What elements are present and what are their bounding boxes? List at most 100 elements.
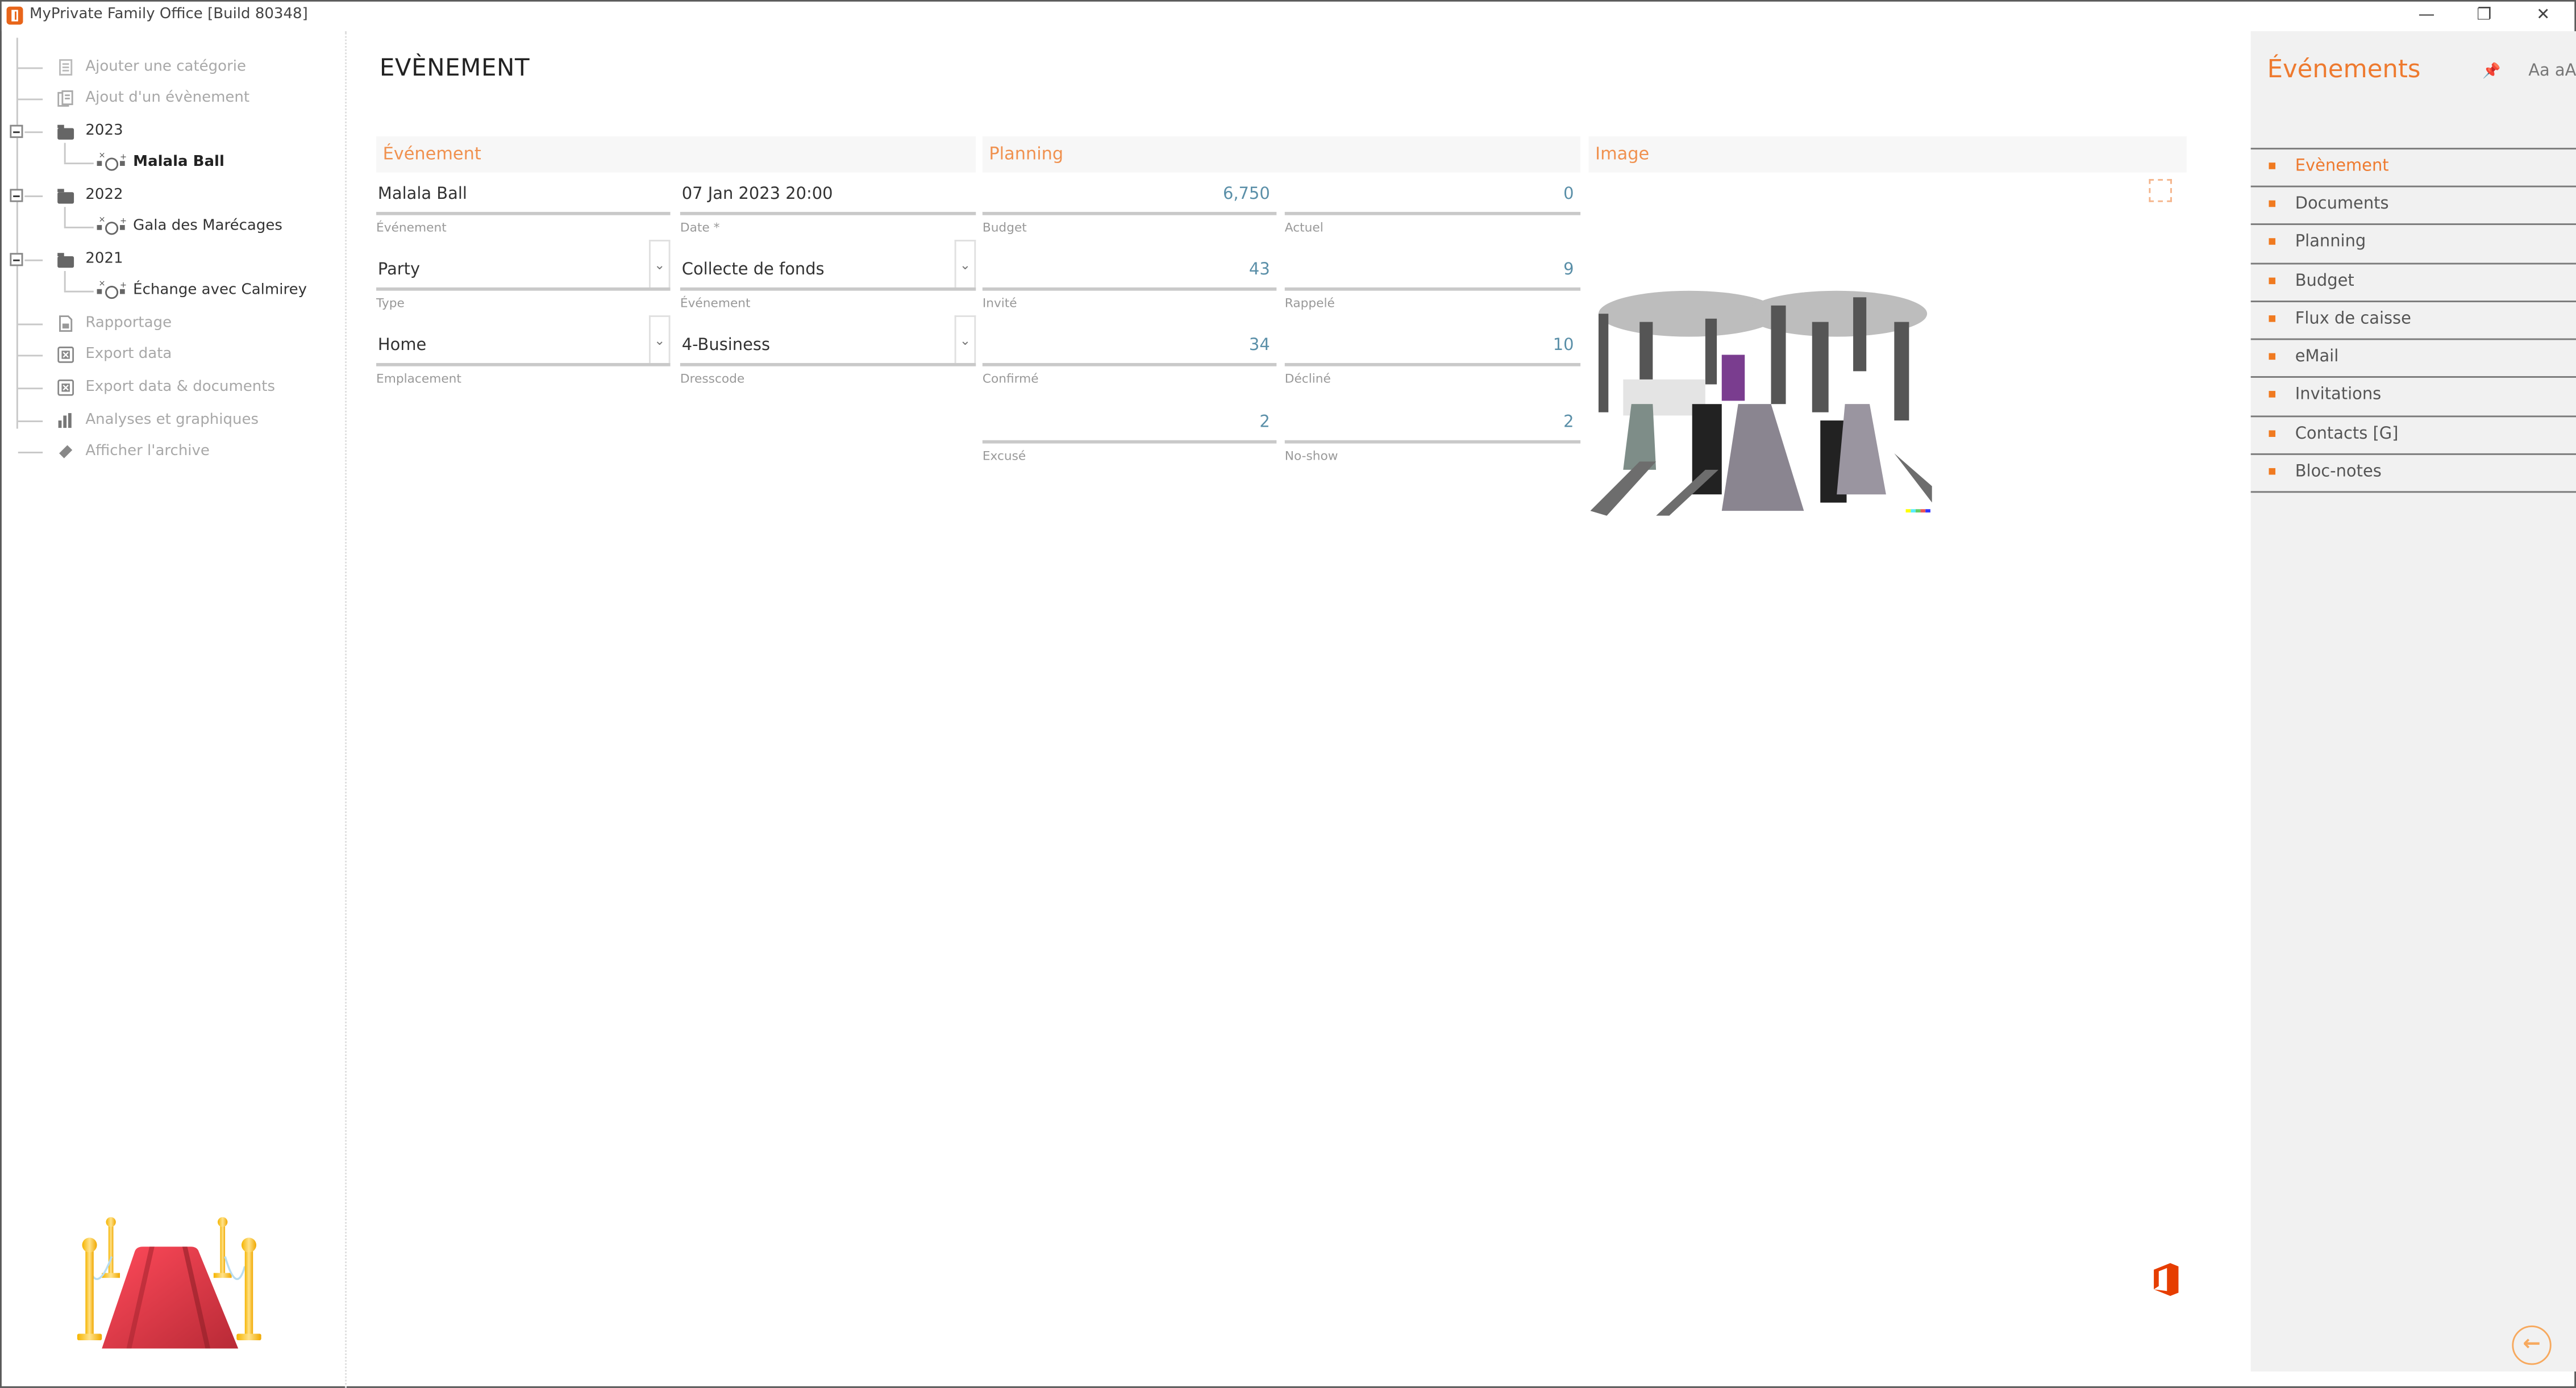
event-name-field[interactable]: Malala Ball Événement <box>376 179 671 235</box>
actual-value[interactable]: 0 <box>1285 186 1574 204</box>
image-select-checkbox[interactable] <box>2149 179 2172 202</box>
invited-value[interactable]: 43 <box>983 261 1270 280</box>
chevron-down-icon[interactable]: ⌄ <box>648 315 671 363</box>
chevron-down-icon[interactable]: ⌄ <box>954 315 976 363</box>
tree-event-malala-ball[interactable]: × + Malala Ball <box>2 143 347 177</box>
tree-item-label: Afficher l'archive <box>85 443 210 460</box>
tree-item-afficher-archive[interactable]: Afficher l'archive <box>2 437 347 466</box>
pin-icon[interactable]: 📌 <box>2482 64 2500 81</box>
event-date-value[interactable]: 07 Jan 2023 20:00 <box>682 186 976 204</box>
declined-value[interactable]: 10 <box>1285 337 1574 355</box>
tree-connector <box>18 323 43 326</box>
right-panel-title: Événements <box>2267 54 2421 84</box>
tree-item-add-category[interactable]: Ajouter une catégorie <box>2 53 347 82</box>
tree-connector <box>24 259 43 261</box>
back-arrow-button[interactable]: ← <box>2512 1326 2552 1365</box>
tree-item-rapportage[interactable]: Rapportage <box>2 309 347 339</box>
right-nav-item-bloc-notes[interactable]: Bloc-notes <box>2250 453 2576 493</box>
tree-event-echange-avec-calmirey[interactable]: × + Échange avec Calmirey <box>2 271 347 306</box>
right-nav-item-planning[interactable]: Planning <box>2250 223 2576 262</box>
chevron-down-icon[interactable]: ⌄ <box>648 240 671 287</box>
tree-folder-2022[interactable]: 2022 <box>2 181 347 210</box>
right-nav-item-budget[interactable]: Budget <box>2250 262 2576 302</box>
actual-field[interactable]: 0 Actuel <box>1284 179 1581 235</box>
tree-connector <box>18 452 43 453</box>
tree-connector <box>18 387 43 390</box>
office-icon[interactable] <box>2150 1261 2180 1298</box>
declined-field[interactable]: 10 Décliné <box>1284 330 1581 386</box>
field-caption: Événement <box>376 220 447 235</box>
excel-export-icon <box>57 347 74 363</box>
field-underline <box>376 211 671 215</box>
tree-item-label: Ajout d'un évènement <box>85 90 250 107</box>
no-show-value[interactable]: 2 <box>1285 414 1574 432</box>
budget-value[interactable]: 6,750 <box>983 186 1270 204</box>
event-photo[interactable] <box>1590 223 1932 516</box>
event-kind-value: Collecte de fonds <box>681 261 825 280</box>
field-caption: Dresscode <box>680 371 745 386</box>
report-icon <box>59 315 73 332</box>
confirmed-field[interactable]: 34 Confirmé <box>982 330 1277 386</box>
collapse-toggle[interactable] <box>10 253 23 266</box>
reminded-value[interactable]: 9 <box>1285 261 1574 280</box>
collapse-toggle[interactable] <box>10 124 23 138</box>
field-underline <box>982 362 1277 366</box>
excused-value[interactable]: 2 <box>983 414 1270 432</box>
event-type-dropdown[interactable]: Party ⌄ Type <box>376 240 671 310</box>
tree-connector <box>18 98 43 101</box>
tree-folder-2023[interactable]: 2023 <box>2 116 347 146</box>
excused-field[interactable]: 2 Excusé <box>982 407 1277 463</box>
field-underline <box>1284 287 1581 291</box>
add-event-icon <box>57 90 73 107</box>
title-bar: MyPrivate Family Office [Build 80348] — … <box>1 1 2575 31</box>
svg-text:×: × <box>98 151 105 160</box>
invited-field[interactable]: 43 Invité <box>982 255 1277 310</box>
right-nav-item-invitations[interactable]: Invitations <box>2250 376 2576 415</box>
right-nav-item-flux-de-caisse[interactable]: Flux de caisse <box>2250 301 2576 340</box>
no-show-field[interactable]: 2 No-show <box>1284 407 1581 463</box>
tree-item-label: Export data <box>85 347 172 363</box>
field-caption: Actuel <box>1284 220 1324 235</box>
field-caption: Invité <box>982 295 1017 311</box>
window-title: MyPrivate Family Office [Build 80348] <box>30 6 308 23</box>
reminded-field[interactable]: 9 Rappelé <box>1284 255 1581 310</box>
budget-field[interactable]: 6,750 Budget <box>982 179 1277 235</box>
event-table-icon: × + <box>97 279 127 299</box>
font-size-toggle[interactable]: Aa aA <box>2528 62 2576 81</box>
right-nav-item-email[interactable]: eMail <box>2250 338 2576 378</box>
field-underline <box>376 362 671 366</box>
tree-item-export-data[interactable]: Export data <box>2 340 347 369</box>
event-name-value[interactable]: Malala Ball <box>378 186 671 204</box>
field-underline <box>1284 211 1581 215</box>
collapse-toggle[interactable] <box>10 189 23 202</box>
bullet-icon <box>2269 200 2276 207</box>
close-button[interactable]: ✕ <box>2527 3 2560 28</box>
tree-folder-2021[interactable]: 2021 <box>2 245 347 274</box>
tree-item-analyses[interactable]: Analyses et graphiques <box>2 406 347 435</box>
right-nav-item-documents[interactable]: Documents <box>2250 185 2576 225</box>
bullet-icon <box>2269 238 2276 245</box>
dresscode-dropdown[interactable]: 4-Business ⌄ Dresscode <box>680 315 976 386</box>
right-nav-label: Contacts [G] <box>2295 425 2399 444</box>
field-underline <box>982 287 1277 291</box>
confirmed-value[interactable]: 34 <box>983 337 1270 355</box>
event-date-field[interactable]: 07 Jan 2023 20:00 Date * <box>680 179 976 235</box>
navigation-tree: Ajouter une catégorie Ajout d'un évèneme… <box>2 31 347 1388</box>
tree-connector <box>64 226 94 228</box>
tree-event-gala-des-marecages[interactable]: × + Gala des Marécages <box>2 207 347 241</box>
right-nav-label: Flux de caisse <box>2295 310 2411 329</box>
tree-item-export-data-documents[interactable]: Export data & documents <box>2 373 347 402</box>
svg-text:×: × <box>98 279 105 288</box>
event-kind-dropdown[interactable]: Collecte de fonds ⌄ Événement <box>680 240 976 310</box>
restore-button[interactable]: ❐ <box>2467 3 2500 28</box>
right-nav-label: Bloc-notes <box>2295 463 2382 482</box>
tree-connector <box>64 207 66 227</box>
tree-event-label: Malala Ball <box>133 154 224 171</box>
right-nav-item-contacts[interactable]: Contacts [G] <box>2250 415 2576 455</box>
location-dropdown[interactable]: Home ⌄ Emplacement <box>376 315 671 386</box>
minimize-button[interactable]: — <box>2410 3 2443 28</box>
chevron-down-icon[interactable]: ⌄ <box>954 240 976 287</box>
right-nav-item-evenement[interactable]: Evènement <box>2250 148 2576 187</box>
tree-item-add-event[interactable]: Ajout d'un évènement <box>2 84 347 113</box>
tree-connector <box>64 143 66 163</box>
